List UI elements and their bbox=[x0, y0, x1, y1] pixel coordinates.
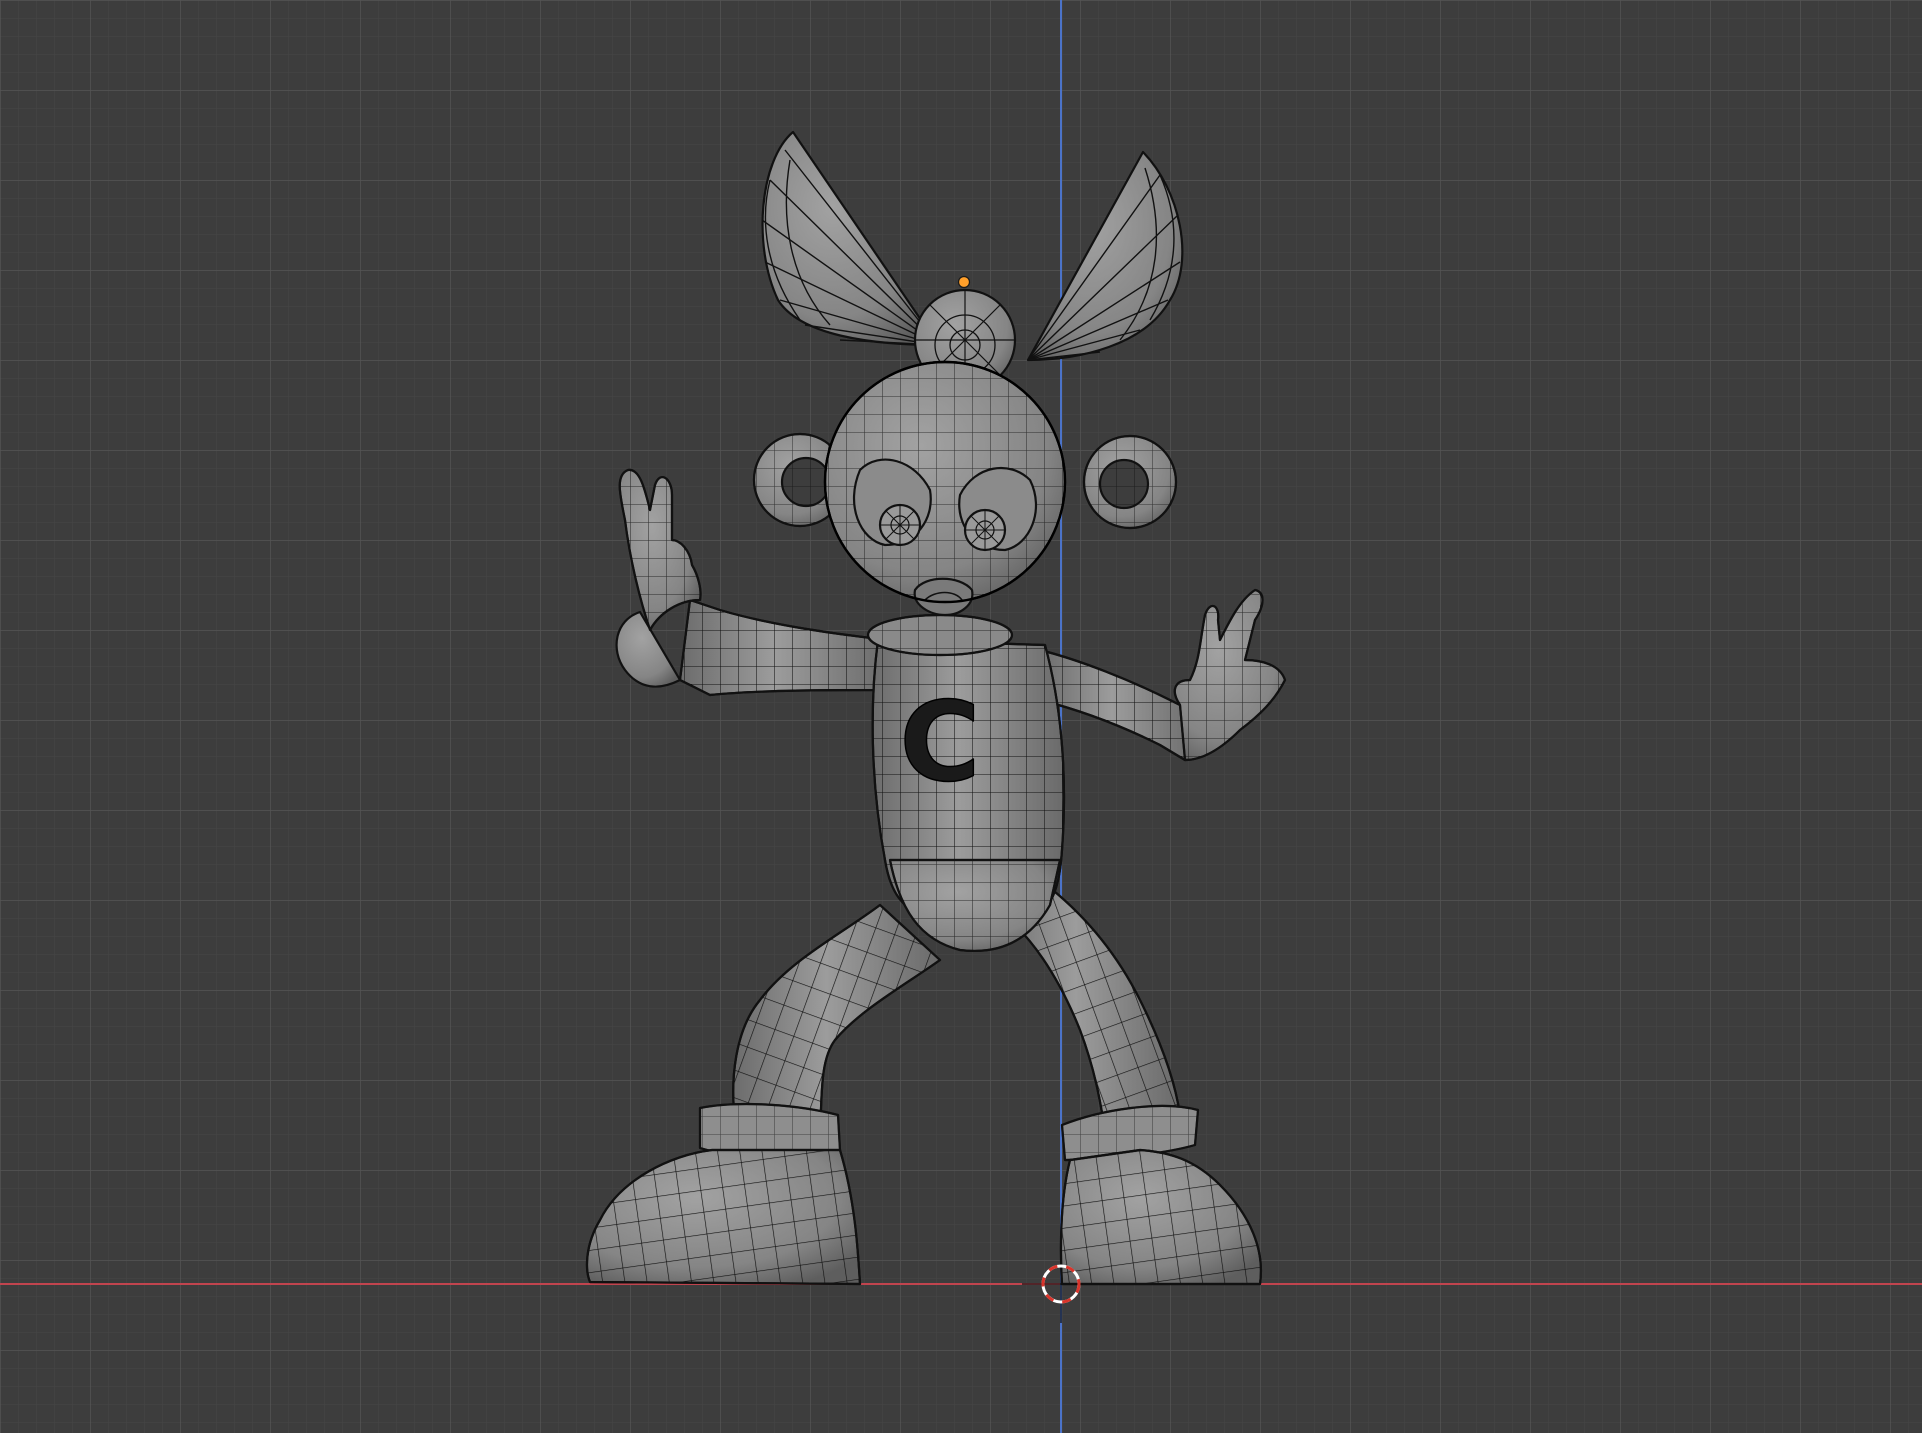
3d-viewport[interactable]: C bbox=[0, 0, 1922, 1433]
object-origin[interactable] bbox=[957, 275, 971, 289]
chest-emblem: C bbox=[900, 678, 981, 806]
right-ear-ring bbox=[1082, 434, 1178, 530]
viewport-canvas[interactable]: C bbox=[0, 0, 1922, 1433]
neck-ring bbox=[866, 613, 1014, 657]
right-eye bbox=[958, 466, 1038, 552]
